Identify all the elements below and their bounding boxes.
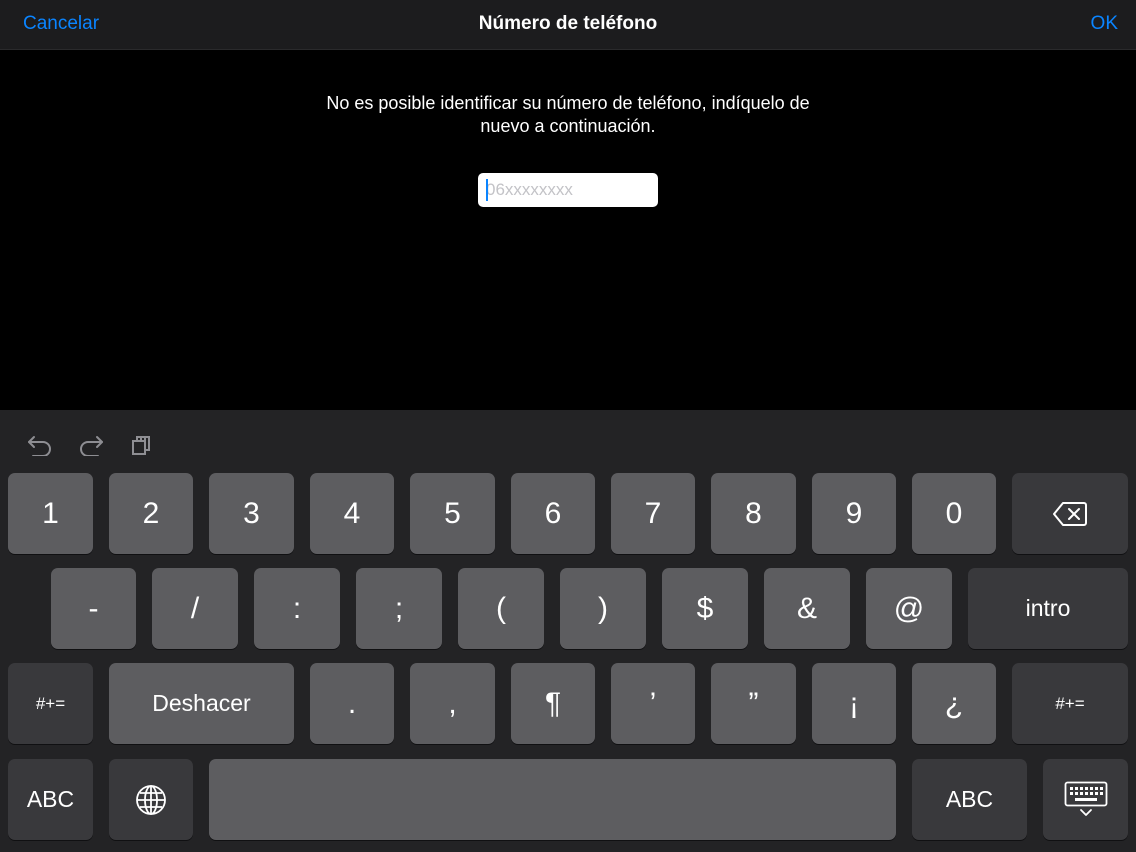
key-5[interactable]: 5 [410, 473, 495, 554]
globe-icon [136, 784, 166, 815]
redo-icon[interactable] [77, 432, 105, 458]
key-colon[interactable]: : [254, 568, 340, 649]
key-comma[interactable]: , [410, 663, 495, 744]
symbols-key-right[interactable]: #+= [1012, 663, 1128, 744]
key-at[interactable]: @ [866, 568, 952, 649]
key-period[interactable]: . [310, 663, 394, 744]
key-inverted-exclamation[interactable]: ¡ [812, 663, 896, 744]
navigation-bar: Cancelar Número de teléfono OK [0, 0, 1136, 50]
key-inverted-question[interactable]: ¿ [912, 663, 996, 744]
key-7[interactable]: 7 [611, 473, 695, 554]
key-dollar[interactable]: $ [662, 568, 748, 649]
intro-key[interactable]: intro [968, 568, 1128, 649]
key-quote[interactable]: ” [711, 663, 796, 744]
key-3[interactable]: 3 [209, 473, 294, 554]
phone-number-input[interactable] [478, 173, 658, 207]
abc-key-right[interactable]: ABC [912, 759, 1027, 840]
key-4[interactable]: 4 [310, 473, 394, 554]
numeric-keyboard: 1 2 3 4 5 6 7 8 9 0 - / : ; ( ) $ & @ in… [0, 410, 1136, 852]
key-open-paren[interactable]: ( [458, 568, 544, 649]
key-1[interactable]: 1 [8, 473, 93, 554]
key-apostrophe[interactable]: ’ [611, 663, 695, 744]
key-ampersand[interactable]: & [764, 568, 850, 649]
hide-keyboard-key[interactable] [1043, 759, 1128, 840]
instruction-line-2: nuevo a continuación. [480, 116, 656, 136]
phone-number-screen: Cancelar Número de teléfono OK No es pos… [0, 0, 1136, 852]
undo-icon[interactable] [26, 432, 54, 458]
space-key[interactable] [209, 759, 896, 840]
undo-key[interactable]: Deshacer [109, 663, 294, 744]
key-8[interactable]: 8 [711, 473, 796, 554]
key-close-paren[interactable]: ) [560, 568, 646, 649]
key-0[interactable]: 0 [912, 473, 996, 554]
key-slash[interactable]: / [152, 568, 238, 649]
key-2[interactable]: 2 [109, 473, 193, 554]
page-title: Número de teléfono [478, 13, 658, 34]
instruction-line-1: No es posible identificar su número de t… [326, 93, 810, 113]
key-pilcrow[interactable]: ¶ [511, 663, 595, 744]
key-hyphen[interactable]: - [51, 568, 136, 649]
abc-key-left[interactable]: ABC [8, 759, 93, 840]
globe-key[interactable] [109, 759, 193, 840]
paste-icon[interactable] [127, 432, 155, 458]
keyboard-dismiss-icon [1064, 781, 1107, 816]
backspace-icon [1053, 501, 1087, 526]
key-semicolon[interactable]: ; [356, 568, 442, 649]
instruction-message: No es posible identificar su número de t… [268, 92, 868, 138]
backspace-key[interactable] [1012, 473, 1128, 554]
key-6[interactable]: 6 [511, 473, 595, 554]
symbols-key-left[interactable]: #+= [8, 663, 93, 744]
ok-button[interactable]: OK [1091, 13, 1118, 35]
key-9[interactable]: 9 [812, 473, 896, 554]
text-caret [486, 179, 488, 201]
